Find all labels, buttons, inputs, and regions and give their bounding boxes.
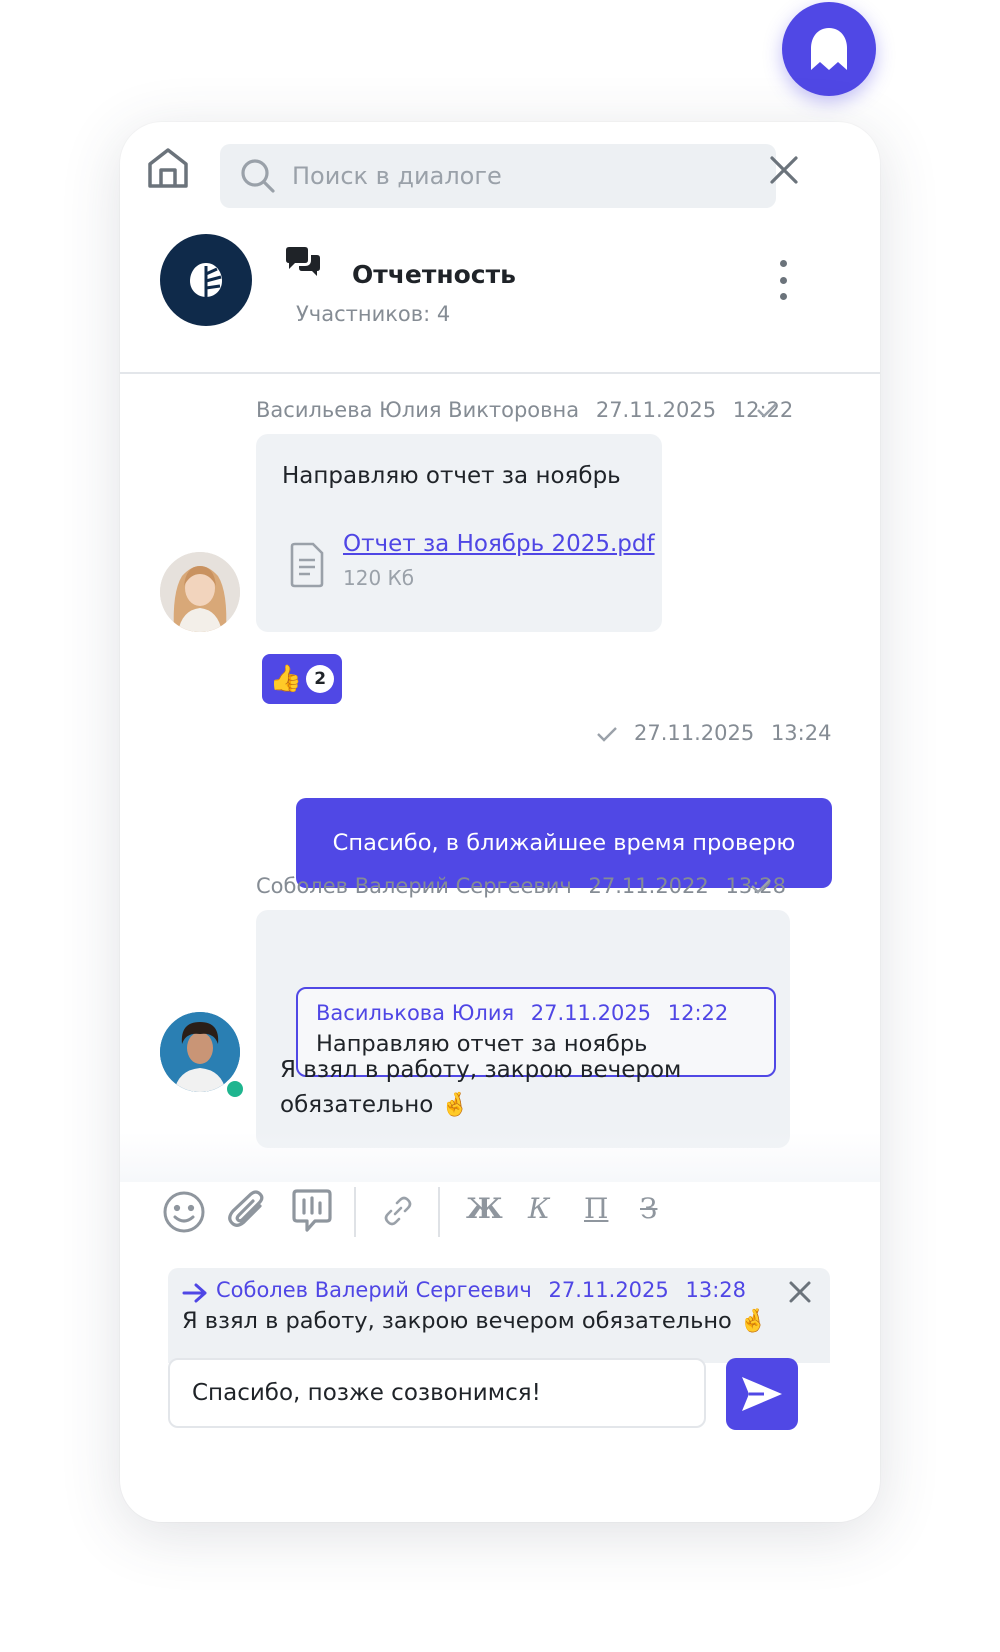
reply-text: Я взял в работу, закрою вечером обязател… [182,1308,767,1334]
online-status-indicator [224,1078,246,1100]
attachment-link[interactable]: Отчет за Ноябрь 2025.pdf [343,531,655,557]
underline-button[interactable]: П [584,1192,608,1225]
italic-button[interactable]: К [528,1192,550,1225]
group-chat-icon [284,246,322,282]
link-icon[interactable] [382,1195,414,1231]
message-meta: 27.11.2025 13:24 [634,721,831,745]
home-icon[interactable] [146,146,190,194]
chat-widget-button[interactable] [782,2,876,96]
message-input-field[interactable] [168,1358,706,1428]
search-field[interactable] [220,144,776,208]
message-date: 27.11.2022 [588,874,709,898]
reaction-count: 2 [306,665,335,693]
chat-title: Отчетность [352,260,516,289]
read-check-icon [596,726,618,746]
read-check-icon [750,878,772,898]
message-author: Соболев Валерий Сергеевич [256,874,572,898]
reply-arrow-icon [182,1282,208,1308]
thumbs-up-icon: 👍 [269,664,303,694]
reaction-badge[interactable]: 👍 2 [262,654,342,704]
message-date: 27.11.2025 [595,398,717,422]
message-time: 13:24 [770,721,832,745]
toolbar-separator [354,1187,356,1237]
reply-author: Соболев Валерий Сергеевич [216,1278,532,1302]
avatar [160,552,240,632]
reply-meta: Соболев Валерий Сергеевич 27.11.2025 13:… [216,1278,746,1302]
reply-date: 27.11.2025 [548,1278,669,1302]
chat-window: Отчетность Участников: 4 Васильева Юлия … [120,122,880,1522]
quote-meta: Василькова Юлия 27.11.2025 12:22 [316,1001,728,1025]
search-icon [241,159,275,193]
read-check-icon [756,402,778,422]
message-meta: Соболев Валерий Сергеевич 27.11.2022 13:… [256,874,796,898]
reply-preview: Соболев Валерий Сергеевич 27.11.2025 13:… [168,1268,830,1363]
participants-count[interactable]: Участников: 4 [296,302,450,326]
ghost-logo-icon [811,28,847,70]
emoji-icon[interactable] [162,1190,206,1238]
leaf-logo-icon [190,263,222,297]
quote-time: 12:22 [667,1001,729,1025]
bold-button[interactable]: Ж [466,1192,503,1225]
quote-date: 27.11.2025 [530,1001,652,1025]
attachment-size: 120 Кб [343,566,415,590]
scroll-fade [120,1132,880,1182]
message-date: 27.11.2025 [634,721,755,745]
close-icon [770,156,798,184]
send-icon [742,1377,782,1411]
cancel-reply-button[interactable] [788,1280,812,1308]
toolbar-separator [438,1187,440,1237]
message-input[interactable] [190,1379,694,1407]
message-meta: Васильева Юлия Викторовна 27.11.2025 12:… [256,398,803,422]
attach-paperclip-icon[interactable] [226,1188,272,1238]
send-button[interactable] [726,1358,798,1430]
chat-avatar [160,234,252,326]
search-input[interactable] [290,155,764,197]
document-icon [286,542,326,592]
message-bubble: Направляю отчет за ноябрь Отчет за Ноябр… [256,434,662,632]
poll-icon[interactable] [290,1188,334,1238]
quote-author: Василькова Юлия [316,1001,515,1025]
message-text: Я взял в работу, закрою вечером [280,1057,682,1083]
strikethrough-button[interactable]: З [640,1192,657,1225]
message-text: обязательно 🤞 [280,1092,470,1118]
reply-time: 13:28 [685,1278,746,1302]
close-icon [789,1281,811,1303]
message-text: Направляю отчет за ноябрь [282,463,621,489]
header-divider [120,372,880,374]
close-button[interactable] [768,154,800,190]
message-author: Васильева Юлия Викторовна [256,398,580,422]
more-menu-button[interactable] [776,260,790,300]
